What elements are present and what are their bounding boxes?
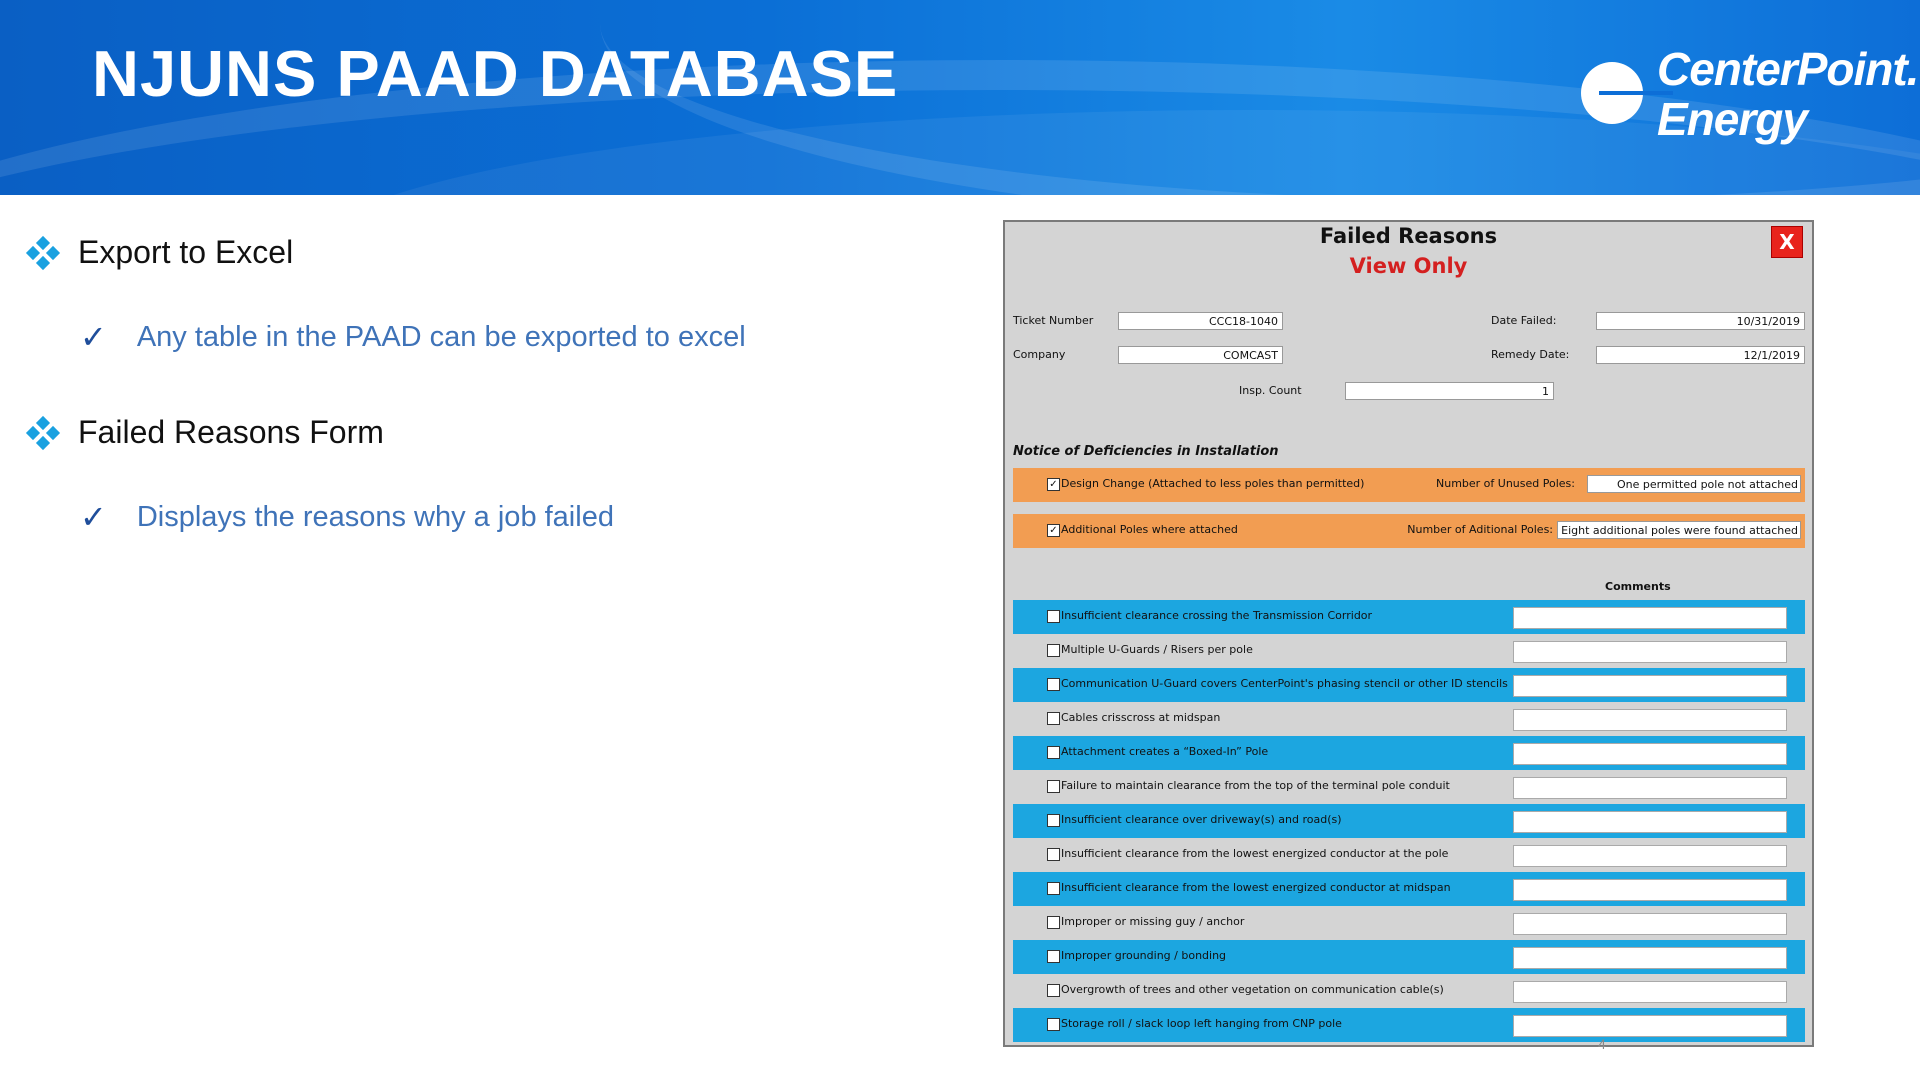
ticket-number-label: Ticket Number xyxy=(1013,314,1094,327)
checkmark-icon: ✓ xyxy=(80,318,107,356)
deficiency-row: Overgrowth of trees and other vegetation… xyxy=(1013,974,1805,1008)
deficiency-label: Overgrowth of trees and other vegetation… xyxy=(1061,983,1444,996)
form-subtitle: View Only xyxy=(1349,254,1468,278)
bullet-label: Export to Excel xyxy=(78,234,294,270)
diamond-bullet-icon xyxy=(25,235,61,270)
comment-field[interactable] xyxy=(1513,1015,1787,1037)
ticket-number-field[interactable]: CCC18-1040 xyxy=(1118,312,1283,330)
deficiency-label: Additional Poles where attached xyxy=(1061,523,1238,536)
checkbox[interactable] xyxy=(1047,950,1060,963)
deficiency-label: Insufficient clearance from the lowest e… xyxy=(1061,881,1451,894)
insp-count-field[interactable]: 1 xyxy=(1345,382,1554,400)
additional-poles-label: Number of Aditional Poles: xyxy=(1407,523,1553,536)
remedy-date-label: Remedy Date: xyxy=(1491,348,1570,361)
slide-title: NJUNS PAAD DATABASE xyxy=(92,37,899,110)
bullet-failed-reasons-form: Failed Reasons Form xyxy=(25,414,384,451)
comment-field[interactable] xyxy=(1513,845,1787,867)
comment-field[interactable] xyxy=(1513,709,1787,731)
logo-text-line1: CenterPoint. xyxy=(1657,43,1919,95)
deficiency-label: Attachment creates a “Boxed-In” Pole xyxy=(1061,745,1269,758)
checkbox[interactable] xyxy=(1047,746,1060,759)
deficiency-row: Communication U-Guard covers CenterPoint… xyxy=(1013,668,1805,702)
deficiency-label: Cables crisscross at midspan xyxy=(1061,711,1221,724)
deficiency-row: Improper grounding / bonding xyxy=(1013,940,1805,974)
comment-field[interactable] xyxy=(1513,641,1787,663)
deficiency-label: Insufficient clearance over driveway(s) … xyxy=(1061,813,1342,826)
checkbox[interactable]: ✓ xyxy=(1047,478,1060,491)
deficiency-row: Cables crisscross at midspan xyxy=(1013,702,1805,736)
unused-poles-field[interactable]: One permitted pole not attached xyxy=(1587,475,1801,493)
logo-circle-icon xyxy=(1581,62,1673,124)
sub-bullet-text: Any table in the PAAD can be exported to… xyxy=(136,320,746,353)
deficiency-label: Storage roll / slack loop left hanging f… xyxy=(1061,1017,1342,1030)
page-number: 4 xyxy=(1598,1036,1606,1052)
date-failed-label: Date Failed: xyxy=(1491,314,1557,327)
deficiency-label: Improper grounding / bonding xyxy=(1061,949,1227,962)
deficiency-label: Insufficient clearance crossing the Tran… xyxy=(1061,609,1373,622)
centerpoint-energy-logo: CenterPoint. Energy xyxy=(1575,38,1919,158)
deficiency-label: Communication U-Guard covers CenterPoint… xyxy=(1061,677,1508,690)
checkbox[interactable] xyxy=(1047,610,1060,623)
close-button[interactable]: X xyxy=(1771,226,1803,258)
deficiency-row: Insufficient clearance crossing the Tran… xyxy=(1013,600,1805,634)
comment-field[interactable] xyxy=(1513,743,1787,765)
deficiency-label: Multiple U-Guards / Risers per pole xyxy=(1061,643,1253,656)
checkbox[interactable] xyxy=(1047,678,1060,691)
logo-text-line2: Energy xyxy=(1657,93,1808,145)
checkmark-icon: ✓ xyxy=(80,498,107,536)
failed-reasons-form: Failed Reasons View Only X Ticket Number… xyxy=(1003,220,1814,1047)
comment-field[interactable] xyxy=(1513,913,1787,935)
date-failed-field[interactable]: 10/31/2019 xyxy=(1596,312,1805,330)
deficiency-row: Insufficient clearance from the lowest e… xyxy=(1013,838,1805,872)
unused-poles-label: Number of Unused Poles: xyxy=(1436,477,1575,490)
checkbox[interactable] xyxy=(1047,644,1060,657)
deficiency-label: Insufficient clearance from the lowest e… xyxy=(1061,847,1449,860)
header-banner: NJUNS PAAD DATABASE CenterPoint. Energy xyxy=(0,0,1920,195)
checkbox[interactable] xyxy=(1047,882,1060,895)
checkbox[interactable] xyxy=(1047,984,1060,997)
section-title: Notice of Deficiencies in Installation xyxy=(1013,444,1279,459)
insp-count-label: Insp. Count xyxy=(1239,384,1302,397)
checkbox[interactable] xyxy=(1047,712,1060,725)
company-field[interactable]: COMCAST xyxy=(1118,346,1283,364)
comment-field[interactable] xyxy=(1513,675,1787,697)
comment-field[interactable] xyxy=(1513,947,1787,969)
deficiency-row: Failure to maintain clearance from the t… xyxy=(1013,770,1805,804)
deficiency-row: Insufficient clearance from the lowest e… xyxy=(1013,872,1805,906)
comment-field[interactable] xyxy=(1513,879,1787,901)
comments-header: Comments xyxy=(1605,580,1671,593)
comment-field[interactable] xyxy=(1513,981,1787,1003)
checkbox[interactable] xyxy=(1047,1018,1060,1031)
deficiency-row: Insufficient clearance over driveway(s) … xyxy=(1013,804,1805,838)
remedy-date-field[interactable]: 12/1/2019 xyxy=(1596,346,1805,364)
deficiency-row: Improper or missing guy / anchor xyxy=(1013,906,1805,940)
deficiency-label: Improper or missing guy / anchor xyxy=(1061,915,1245,928)
deficiency-row: Storage roll / slack loop left hanging f… xyxy=(1013,1008,1805,1042)
checkbox[interactable] xyxy=(1047,916,1060,929)
bullet-label: Failed Reasons Form xyxy=(78,414,384,450)
additional-poles-field[interactable]: Eight additional poles were found attach… xyxy=(1557,521,1801,539)
company-label: Company xyxy=(1013,348,1066,361)
checkbox[interactable]: ✓ xyxy=(1047,524,1060,537)
checkbox[interactable] xyxy=(1047,780,1060,793)
sub-bullet-export: ✓ Any table in the PAAD can be exported … xyxy=(80,318,746,356)
comment-field[interactable] xyxy=(1513,811,1787,833)
deficiency-row: Attachment creates a “Boxed-In” Pole xyxy=(1013,736,1805,770)
deficiency-row-highlight: ✓ Design Change (Attached to less poles … xyxy=(1013,468,1805,502)
bullet-export-to-excel: Export to Excel xyxy=(25,234,294,271)
sub-bullet-failed: ✓ Displays the reasons why a job failed xyxy=(80,498,614,536)
sub-bullet-text: Displays the reasons why a job failed xyxy=(136,500,614,533)
checkbox[interactable] xyxy=(1047,814,1060,827)
form-title: Failed Reasons xyxy=(1319,224,1498,248)
comment-field[interactable] xyxy=(1513,777,1787,799)
deficiency-label: Failure to maintain clearance from the t… xyxy=(1061,779,1450,792)
checkbox[interactable] xyxy=(1047,848,1060,861)
deficiency-row-highlight: ✓ Additional Poles where attached Number… xyxy=(1013,514,1805,548)
deficiency-row: Multiple U-Guards / Risers per pole xyxy=(1013,634,1805,668)
comment-field[interactable] xyxy=(1513,607,1787,629)
deficiency-label: Design Change (Attached to less poles th… xyxy=(1061,477,1365,490)
diamond-bullet-icon xyxy=(25,415,61,450)
